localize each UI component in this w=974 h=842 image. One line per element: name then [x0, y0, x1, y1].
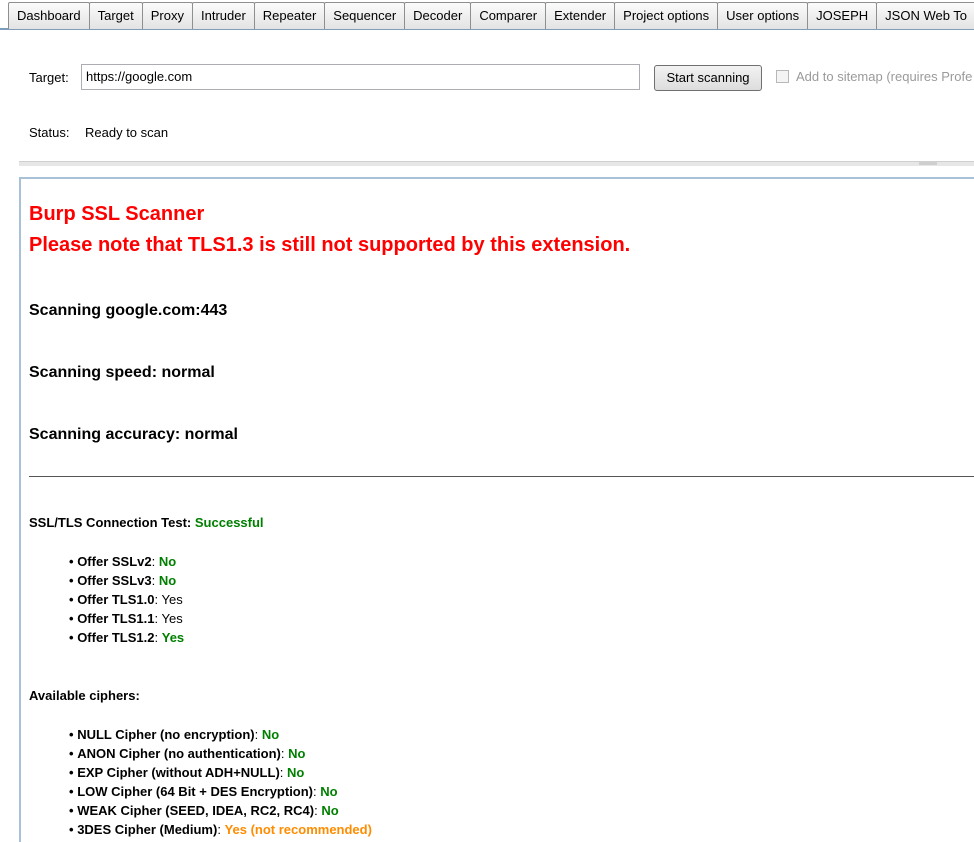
protocol-label: Offer SSLv2 — [77, 554, 152, 569]
list-item: • Offer TLS1.2: Yes — [69, 630, 184, 645]
ciphers-heading: Available ciphers: — [29, 688, 140, 703]
bullet: • — [69, 554, 74, 569]
protocol-label: Offer TLS1.1 — [77, 611, 155, 626]
bullet: • — [69, 746, 74, 761]
tab-extender[interactable]: Extender — [545, 2, 616, 29]
connection-test-result: Successful — [194, 515, 264, 530]
scanning-speed: Scanning speed: normal — [29, 364, 215, 381]
list-item: • Offer SSLv3: No — [69, 573, 176, 588]
protocol-label: Offer SSLv3 — [77, 573, 152, 588]
cipher-value: No — [261, 727, 280, 742]
target-label: Target: — [29, 70, 69, 85]
connection-test-label: SSL/TLS Connection Test: — [29, 515, 192, 530]
list-item: • LOW Cipher (64 Bit + DES Encryption): … — [69, 784, 338, 799]
list-item: • EXP Cipher (without ADH+NULL): No — [69, 765, 304, 780]
scanning-host: Scanning google.com:443 — [29, 302, 228, 319]
bullet: • — [69, 803, 74, 818]
list-item: • 3DES Cipher (Medium): Yes (not recomme… — [69, 822, 372, 837]
cipher-value: No — [320, 784, 338, 799]
tab-sequencer[interactable]: Sequencer — [324, 2, 406, 29]
target-url-input[interactable]: https://google.com — [81, 64, 640, 90]
protocol-label: Offer TLS1.0 — [77, 592, 155, 607]
cipher-label: EXP Cipher (without ADH+NULL) — [77, 765, 280, 780]
tab-project-options[interactable]: Project options — [614, 2, 719, 29]
separator: : — [151, 554, 156, 569]
bullet: • — [69, 765, 74, 780]
bullet: • — [69, 784, 74, 799]
tab-repeater[interactable]: Repeater — [253, 2, 326, 29]
bullet: • — [69, 573, 74, 588]
results-pane: Burp SSL Scanner Please note that TLS1.3… — [19, 177, 974, 842]
tab-json-web-tokens[interactable]: JSON Web To — [876, 2, 974, 29]
list-item: • Offer TLS1.1: Yes — [69, 611, 183, 626]
cipher-value: Yes (not recommended) — [224, 822, 372, 837]
split-pane-divider[interactable] — [19, 161, 974, 166]
cipher-label: 3DES Cipher (Medium) — [77, 822, 218, 837]
horizontal-rule — [29, 476, 974, 477]
bullet: • — [69, 592, 74, 607]
status-value: Ready to scan — [85, 125, 169, 140]
status-label: Status: — [29, 125, 70, 140]
tab-comparer[interactable]: Comparer — [470, 2, 547, 29]
start-scanning-button[interactable]: Start scanning — [654, 65, 762, 91]
protocol-value: Yes — [161, 592, 183, 607]
separator: : — [154, 592, 159, 607]
separator: : — [313, 784, 317, 799]
tab-decoder[interactable]: Decoder — [404, 2, 472, 29]
tab-dashboard[interactable]: Dashboard — [8, 2, 90, 29]
bullet: • — [69, 822, 74, 837]
scanner-title: Burp SSL Scanner — [29, 203, 205, 225]
bullet: • — [69, 611, 74, 626]
tab-proxy[interactable]: Proxy — [141, 2, 193, 29]
cipher-label: ANON Cipher (no authentication) — [77, 746, 281, 761]
separator: : — [314, 803, 318, 818]
protocol-value: Yes — [161, 630, 185, 645]
tab-joseph[interactable]: JOSEPH — [807, 2, 878, 29]
cipher-label: NULL Cipher (no encryption) — [77, 727, 255, 742]
cipher-label: WEAK Cipher (SEED, IDEA, RC2, RC4) — [77, 803, 315, 818]
list-item: • Offer SSLv2: No — [69, 554, 176, 569]
separator: : — [154, 630, 159, 645]
connection-test: SSL/TLS Connection Test: Successful — [29, 515, 264, 530]
tab-user-options[interactable]: User options — [717, 2, 809, 29]
add-to-sitemap-checkbox[interactable] — [776, 70, 789, 83]
tab-intruder[interactable]: Intruder — [191, 2, 255, 29]
cipher-value: No — [288, 746, 306, 761]
cipher-label: LOW Cipher (64 Bit + DES Encryption) — [77, 784, 314, 799]
cipher-value: No — [287, 765, 305, 780]
separator: : — [151, 573, 156, 588]
bullet: • — [69, 727, 74, 742]
divider-grip-icon[interactable] — [919, 162, 937, 165]
cipher-value: No — [321, 803, 339, 818]
tls13-note: Please note that TLS1.3 is still not sup… — [29, 234, 631, 256]
list-item: • WEAK Cipher (SEED, IDEA, RC2, RC4): No — [69, 803, 339, 818]
main-tab-bar: Dashboard Target Proxy Intruder Repeater… — [0, 0, 974, 30]
protocol-value: No — [158, 573, 177, 588]
add-to-sitemap-label: Add to sitemap (requires Profe — [796, 69, 973, 84]
list-item: • NULL Cipher (no encryption): No — [69, 727, 279, 742]
separator: : — [217, 822, 221, 837]
scanning-accuracy: Scanning accuracy: normal — [29, 426, 238, 443]
list-item: • Offer TLS1.0: Yes — [69, 592, 183, 607]
separator: : — [154, 611, 159, 626]
tab-target[interactable]: Target — [88, 2, 143, 29]
protocol-value: Yes — [161, 611, 183, 626]
separator: : — [279, 765, 284, 780]
bullet: • — [69, 630, 74, 645]
separator: : — [280, 746, 285, 761]
scan-form-panel: Target: https://google.com Start scannin… — [0, 33, 974, 166]
protocol-label: Offer TLS1.2 — [77, 630, 155, 645]
protocol-value: No — [158, 554, 177, 569]
separator: : — [254, 727, 259, 742]
list-item: • ANON Cipher (no authentication): No — [69, 746, 305, 761]
